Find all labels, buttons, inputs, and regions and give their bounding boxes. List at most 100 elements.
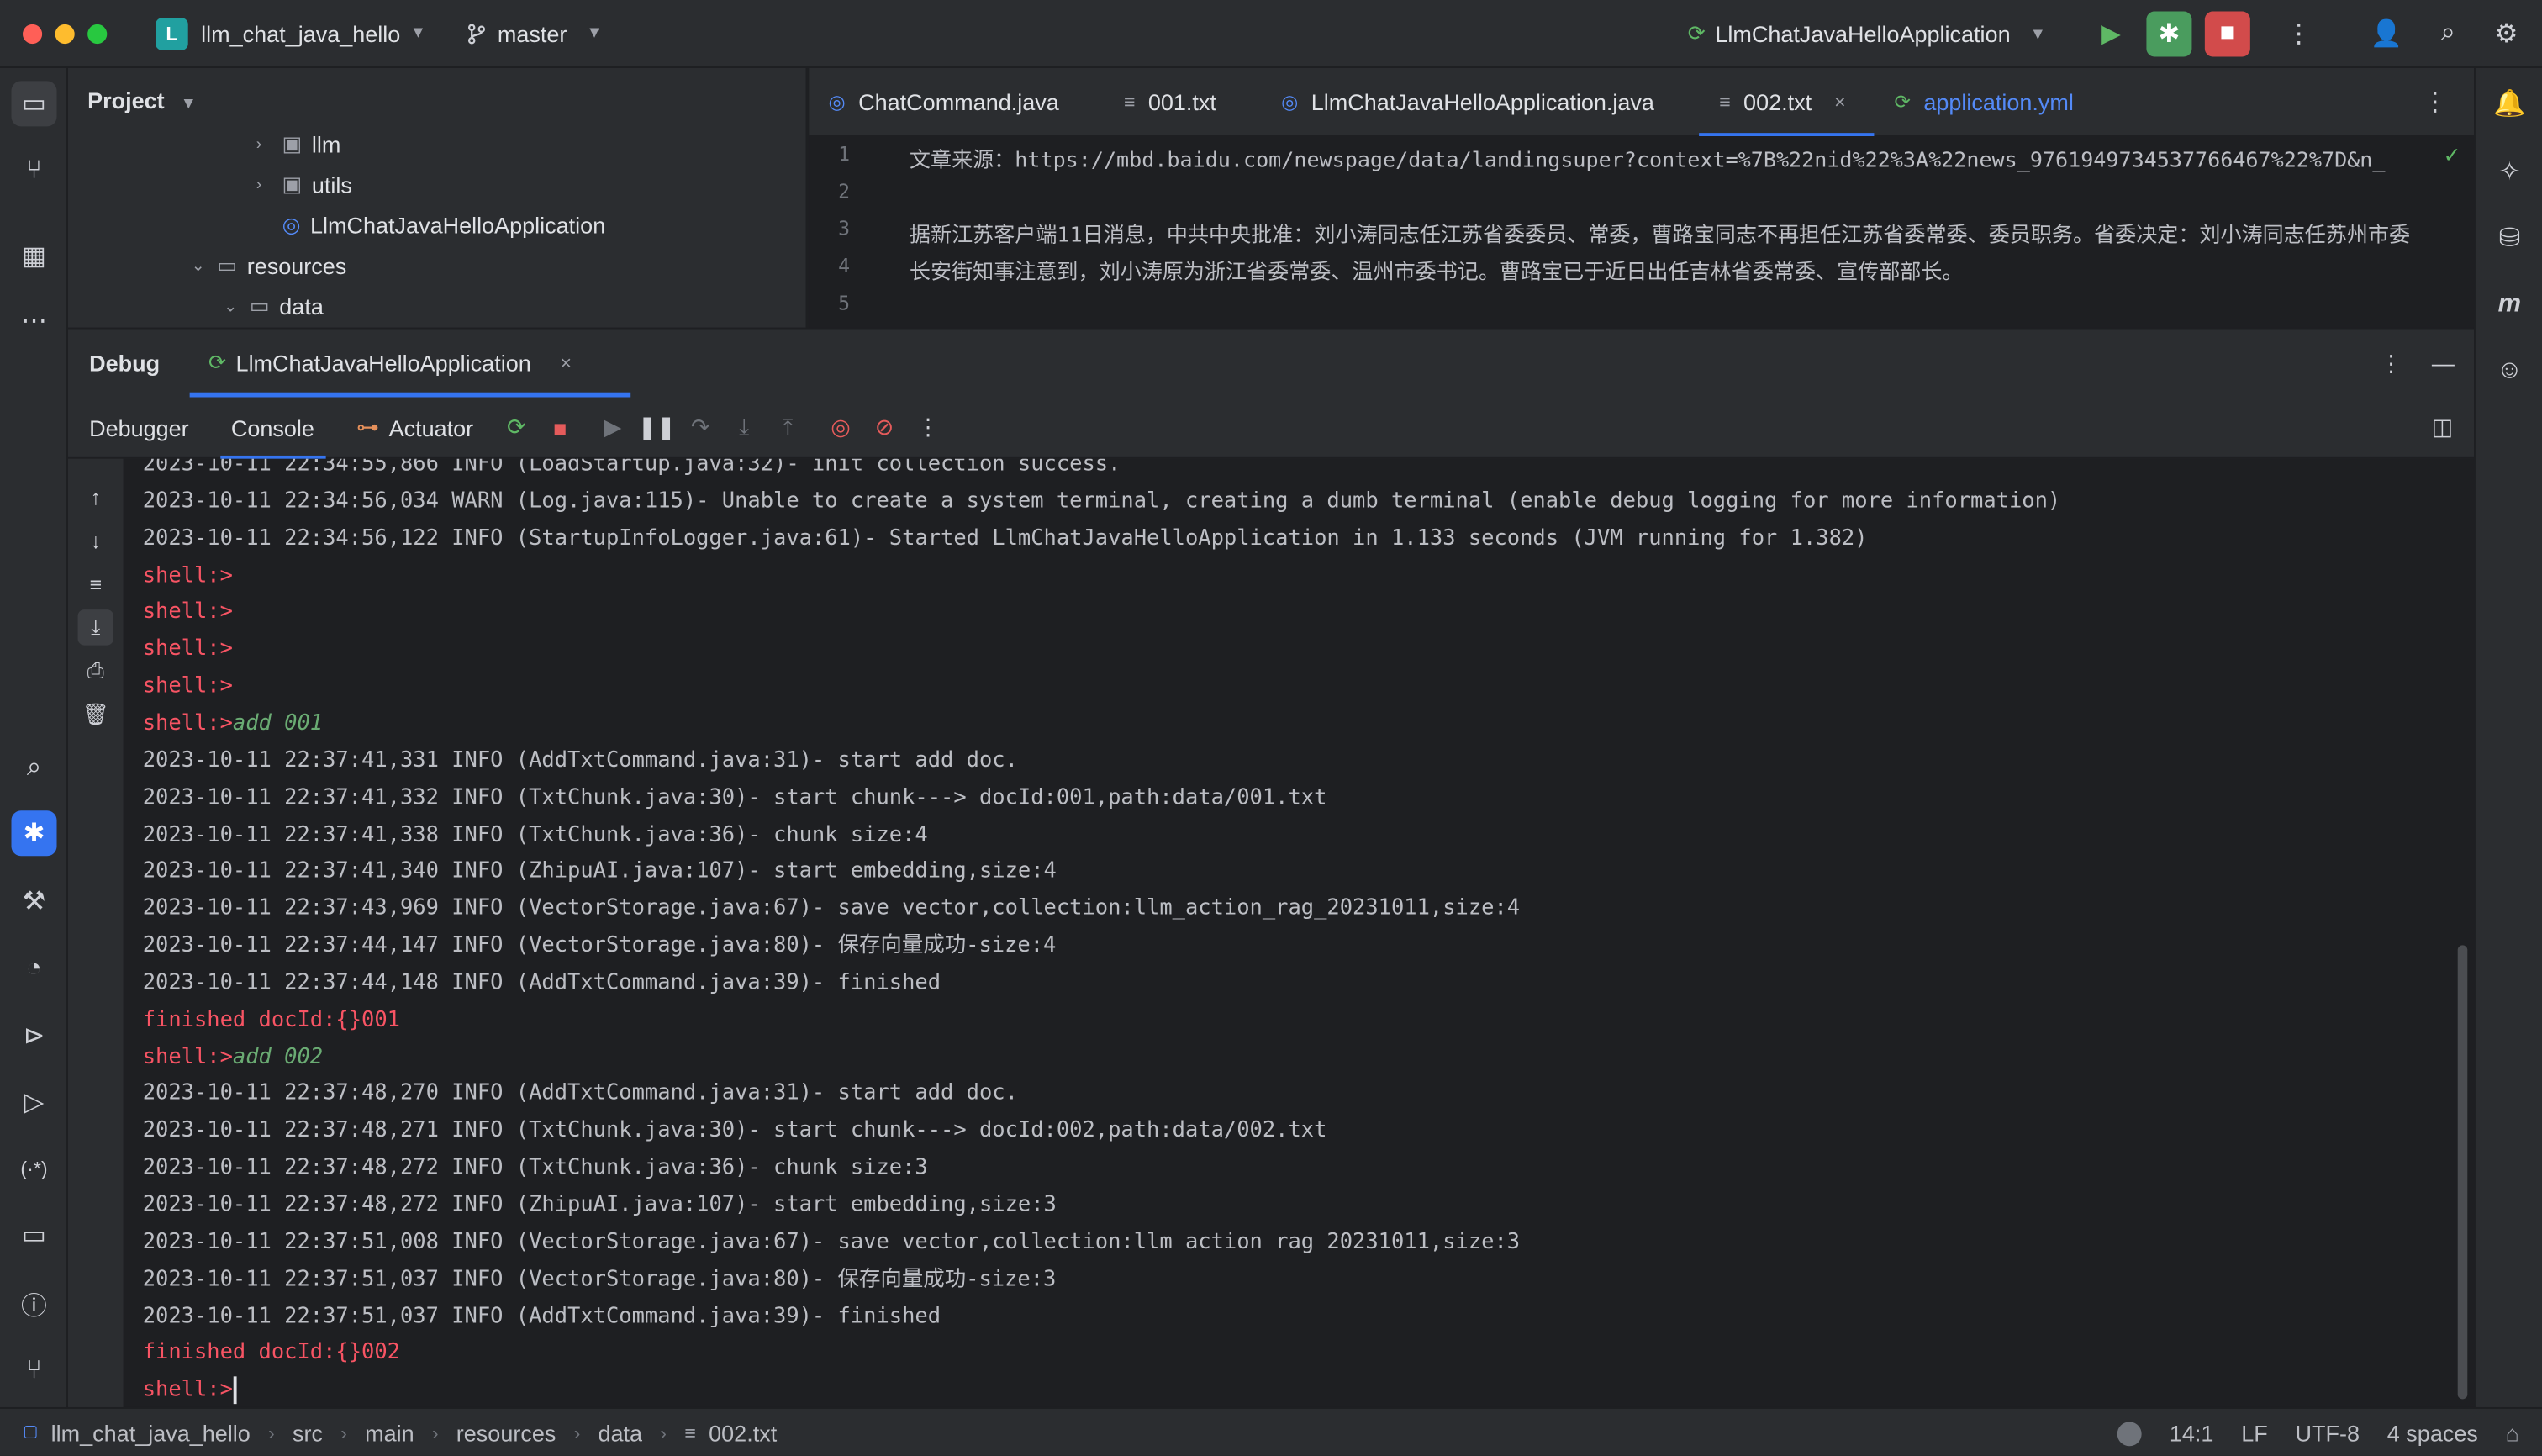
console-log-line: 2023-10-11 22:37:51,037 INFO (VectorStor…	[143, 1263, 1057, 1298]
console-output[interactable]: 2023-10-11 22:34:55,866 INFO (LoadStartu…	[123, 458, 2474, 1407]
build-tool-button[interactable]: ⚒	[11, 878, 56, 924]
tree-item-utils[interactable]: › ▣ utils	[256, 167, 352, 203]
arrow-down-icon[interactable]: ↓	[78, 522, 113, 557]
debug-tool-button[interactable]: ✱	[11, 810, 57, 857]
console-text: shell:>	[142, 600, 233, 625]
run-tool-button[interactable]: ▷	[11, 1079, 56, 1125]
file-encoding[interactable]: UTF-8	[2295, 1420, 2360, 1446]
tree-item-application-class[interactable]: ◎ LlmChatJavaHelloApplication	[282, 208, 606, 243]
more-actions-button[interactable]: ⋮	[2276, 11, 2322, 56]
tab-001-txt[interactable]: ≡ 001.txt	[1105, 67, 1246, 135]
chevron-right-icon: ›	[573, 1421, 581, 1444]
arrow-up-icon[interactable]: ↑	[78, 478, 113, 514]
console-log-line: 2023-10-11 22:37:48,270 INFO (AddTxtComm…	[143, 1077, 1018, 1112]
breadcrumb-item[interactable]: resources	[456, 1419, 556, 1445]
rerun-icon[interactable]: ⟳	[498, 409, 534, 445]
console-text: shell:>	[142, 563, 233, 588]
settings-button[interactable]: ⚙	[2484, 11, 2529, 56]
indent-setting[interactable]: 4 spaces	[2387, 1420, 2478, 1446]
tree-item-llm[interactable]: › ▣ llm	[256, 126, 341, 161]
branch-switcher[interactable]: master ▼	[465, 20, 603, 46]
step-out-icon[interactable]: ⤒	[770, 409, 805, 445]
project-panel-title[interactable]: Project ▼	[87, 87, 197, 113]
project-tool-button[interactable]: ▭	[11, 81, 57, 127]
tab-chatcommand-java[interactable]: ◎ ChatCommand.java	[809, 67, 1088, 135]
project-switcher[interactable]: llm_chat_java_hello	[201, 20, 400, 46]
layout-settings-icon[interactable]: ◫	[2424, 409, 2460, 445]
console-scrollbar[interactable]	[2457, 945, 2468, 1400]
search-icon: ⌕	[26, 753, 42, 782]
code-line[interactable]: 文章来源：https://mbd.baidu.com/newspage/data…	[910, 143, 2466, 173]
database-tool-button[interactable]: ⛁	[2487, 215, 2532, 261]
bug-icon: ✱	[23, 820, 45, 848]
line-separator[interactable]: LF	[2241, 1420, 2268, 1446]
close-window-button[interactable]	[22, 23, 43, 44]
tab-actions-button[interactable]: ⋮	[2413, 79, 2458, 124]
tab-debugger[interactable]: Debugger	[68, 397, 210, 458]
caret-position[interactable]: 14:1	[2170, 1420, 2214, 1446]
copilot-tool-button[interactable]: ☺	[2487, 349, 2532, 394]
minimize-icon[interactable]: —	[2432, 351, 2455, 377]
tab-console[interactable]: Console	[210, 397, 335, 458]
console-text: 2023-10-11 22:37:51,037 INFO (AddTxtComm…	[142, 1304, 941, 1329]
mute-breakpoints-icon[interactable]: ⊘	[867, 409, 902, 445]
commit-tool-button[interactable]: ⑂	[11, 149, 56, 194]
services-tool-button[interactable]: ⊳	[11, 1013, 56, 1058]
structure-tool-button[interactable]: ▦	[11, 234, 56, 279]
terminal-tool-button[interactable]: ▭	[11, 1213, 56, 1258]
breadcrumb-item[interactable]: main	[365, 1419, 414, 1445]
close-icon[interactable]: ×	[1834, 90, 1846, 113]
run-button[interactable]: ▶	[2088, 11, 2133, 56]
stop-button[interactable]: ■	[2204, 11, 2250, 57]
more-vertical-icon[interactable]: ⋮	[910, 409, 946, 445]
code-line[interactable]: 据新江苏客户端11日消息，中共中央批准：刘小涛同志任江苏省委委员、常委，曹路宝同…	[910, 217, 2466, 248]
breadcrumb-item[interactable]: 002.txt	[709, 1419, 777, 1445]
vcs-status-icon[interactable]	[2117, 1421, 2143, 1446]
view-breakpoints-icon[interactable]: ◎	[823, 409, 858, 445]
zoom-window-button[interactable]	[87, 23, 108, 44]
tab-002-txt[interactable]: ≡ 002.txt ×	[1699, 67, 1875, 136]
maven-tool-button[interactable]: m	[2487, 282, 2532, 328]
tree-item-resources[interactable]: ⌄ ▭ resources	[192, 248, 347, 283]
stop-icon: ■	[2219, 19, 2236, 47]
trash-icon[interactable]: 🗑	[78, 697, 113, 732]
endpoints-tool-button[interactable]: (·*)	[11, 1146, 56, 1191]
stop-icon[interactable]: ■	[542, 409, 577, 445]
profiler-tool-button[interactable]: ◔	[11, 947, 56, 992]
more-tools-button[interactable]: ⋯	[11, 298, 56, 344]
soft-wrap-icon[interactable]: ≡	[78, 566, 113, 601]
add-user-button[interactable]: 👤	[2364, 11, 2409, 56]
pause-icon[interactable]: ❚❚	[637, 409, 675, 445]
more-vertical-icon[interactable]: ⋮	[2380, 350, 2402, 377]
breadcrumb-item[interactable]: src	[293, 1419, 323, 1445]
run-configuration-selector[interactable]: ⟳ LlmChatJavaHelloApplication ▼	[1688, 21, 2046, 47]
tab-application-yml[interactable]: ⟳ application.yml	[1875, 67, 2102, 135]
breadcrumb-item[interactable]: data	[598, 1419, 642, 1445]
tab-actuator[interactable]: ⊶ Actuator	[335, 397, 494, 458]
close-icon[interactable]: ×	[560, 351, 572, 374]
search-everywhere-button[interactable]: ⌕	[2425, 11, 2471, 56]
find-tool-button[interactable]: ⌕	[11, 746, 56, 791]
debug-rerun-button[interactable]: ✱	[2146, 11, 2192, 57]
notifications-button[interactable]: 🔔	[2487, 81, 2532, 126]
warning-icon: ⓘ	[21, 1293, 47, 1321]
debug-session-tab[interactable]: ⟳ LlmChatJavaHelloApplication ×	[188, 329, 630, 398]
chevron-right-icon: ›	[431, 1421, 439, 1444]
step-into-icon[interactable]: ⤓	[726, 409, 762, 445]
git-tool-button[interactable]: ⑂	[11, 1349, 56, 1395]
console-shell-line: shell:>	[143, 596, 233, 631]
lock-icon[interactable]: ⌂	[2506, 1420, 2519, 1446]
console-log-line: 2023-10-11 22:37:44,148 INFO (AddTxtComm…	[143, 966, 941, 1001]
resume-icon[interactable]: ▶	[595, 409, 630, 445]
code-line[interactable]: 长安街知事注意到，刘小涛原为浙江省委常委、温州市委书记。曹路宝已于近日出任吉林省…	[910, 255, 2466, 285]
console-shell-line: shell:>add 002	[143, 1040, 323, 1075]
ai-assistant-button[interactable]: ✧	[2487, 149, 2532, 194]
step-over-icon[interactable]: ↷	[683, 409, 718, 445]
problems-tool-button[interactable]: ⓘ	[11, 1281, 56, 1327]
breadcrumb-item[interactable]: llm_chat_java_hello	[51, 1419, 251, 1445]
tree-item-data[interactable]: ⌄ ▭ data	[224, 288, 324, 324]
print-icon[interactable]: ⎙	[78, 653, 113, 688]
tab-application-java[interactable]: ◎ LlmChatJavaHelloApplication.java	[1262, 67, 1684, 135]
scroll-to-end-icon[interactable]: ⤓	[77, 609, 113, 646]
minimize-window-button[interactable]	[55, 23, 75, 44]
